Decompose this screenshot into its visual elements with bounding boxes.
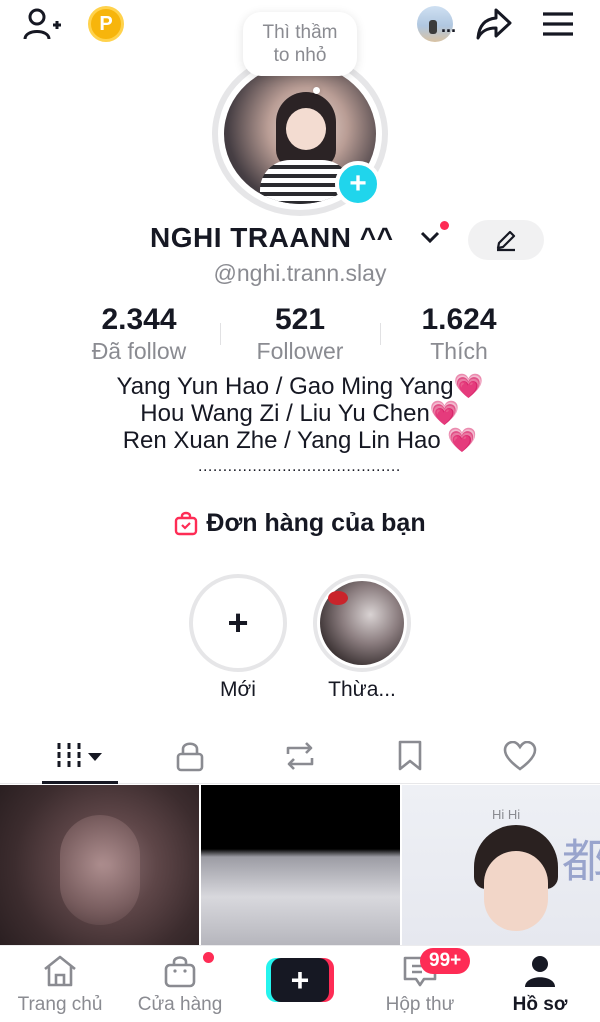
grid-icon	[57, 743, 102, 769]
following-label: Đã follow	[91, 338, 187, 364]
likes-stat[interactable]: 1.624 Thích	[379, 303, 539, 365]
repost-icon	[286, 742, 314, 770]
note-text: Thì thầm to nhỏ	[262, 22, 338, 66]
note-bubble[interactable]: Thì thầm to nhỏ	[243, 12, 357, 76]
inbox-badge: 99+	[420, 948, 471, 974]
video-thumbnail[interactable]	[0, 785, 199, 945]
shopping-bag-icon	[175, 511, 198, 536]
share-icon[interactable]	[472, 4, 516, 44]
add-story-plus-icon[interactable]: +	[335, 161, 381, 207]
nav-label: Hồ sơ	[512, 994, 568, 1015]
liked-tab[interactable]	[490, 728, 550, 784]
switch-account-button[interactable]: ...	[410, 4, 460, 44]
heart-icon	[503, 741, 537, 771]
shop-notification-dot	[203, 952, 214, 963]
profile-stats: 2.344 Đã follow 521 Follower 1.624 Thích	[0, 303, 600, 365]
background-character: 都	[562, 834, 600, 888]
add-friend-icon[interactable]	[20, 4, 64, 44]
story-new-circle: +	[189, 574, 287, 672]
bio-text: Yang Yun Hao / Gao Ming Yang💗 Hou Wang Z…	[116, 373, 484, 454]
nav-label: Trang chủ	[17, 994, 103, 1015]
orders-link[interactable]: Đơn hàng của bạn	[0, 505, 600, 541]
content-tabs	[0, 728, 600, 784]
chevron-down-icon[interactable]	[420, 230, 440, 249]
followers-label: Follower	[256, 338, 344, 364]
followers-count: 521	[274, 303, 326, 336]
create-button[interactable]: +	[266, 958, 334, 1002]
story-highlight-circle	[313, 574, 411, 672]
story-highlight[interactable]: Thừa...	[313, 574, 411, 702]
name-row: NGHI TRAANN ^^	[0, 220, 600, 260]
lock-icon	[176, 742, 204, 772]
note-bubble-tail	[313, 87, 320, 94]
edit-profile-button[interactable]	[468, 220, 544, 260]
private-tab[interactable]	[160, 728, 220, 784]
story-thumbnail	[320, 581, 404, 665]
thumbnail-overlay-text: Hi Hi	[492, 807, 521, 822]
bio-dots: ........................................…	[198, 458, 402, 475]
story-label: Thừa...	[328, 678, 396, 701]
reposts-tab[interactable]	[270, 728, 330, 784]
bookmark-icon	[398, 740, 422, 771]
create-plus-icon: +	[271, 958, 329, 1002]
active-tab-indicator	[42, 781, 118, 784]
following-stat[interactable]: 2.344 Đã follow	[59, 303, 219, 365]
notification-dot	[440, 221, 449, 230]
likes-count: 1.624	[421, 303, 497, 336]
coin-icon[interactable]: P	[86, 4, 126, 44]
username: @nghi.trann.slay	[213, 260, 387, 286]
profile-icon	[485, 952, 595, 990]
home-icon	[5, 952, 115, 990]
orders-label: Đơn hàng của bạn	[206, 508, 426, 537]
videos-tab[interactable]	[42, 728, 118, 784]
bottom-nav: Trang chủ Cửa hàng + Hộp thư 99+ Hồ sơ	[0, 945, 600, 1022]
video-thumbnail[interactable]: Hi Hi 都	[402, 785, 600, 945]
video-grid: Hi Hi 都	[0, 785, 600, 945]
pencil-icon	[496, 230, 516, 252]
account-ellipsis: ...	[441, 16, 457, 36]
likes-label: Thích	[430, 338, 488, 364]
nav-label: Cửa hàng	[137, 994, 223, 1015]
nav-profile[interactable]: Hồ sơ	[485, 952, 595, 1016]
followers-stat[interactable]: 521 Follower	[220, 303, 380, 365]
nav-shop[interactable]: Cửa hàng	[125, 952, 235, 1016]
shop-bag-icon	[125, 952, 235, 990]
nav-home[interactable]: Trang chủ	[5, 952, 115, 1016]
story-new[interactable]: + Mới	[189, 574, 287, 702]
nav-label: Hộp thư	[385, 994, 455, 1015]
story-label: Mới	[220, 678, 256, 701]
favorites-tab[interactable]	[380, 728, 440, 784]
plus-icon: +	[227, 602, 249, 643]
display-name: NGHI TRAANN ^^	[150, 222, 394, 253]
video-thumbnail[interactable]	[201, 785, 400, 945]
following-count: 2.344	[101, 303, 177, 336]
coin-badge: P	[88, 6, 124, 42]
menu-icon[interactable]	[536, 6, 580, 42]
